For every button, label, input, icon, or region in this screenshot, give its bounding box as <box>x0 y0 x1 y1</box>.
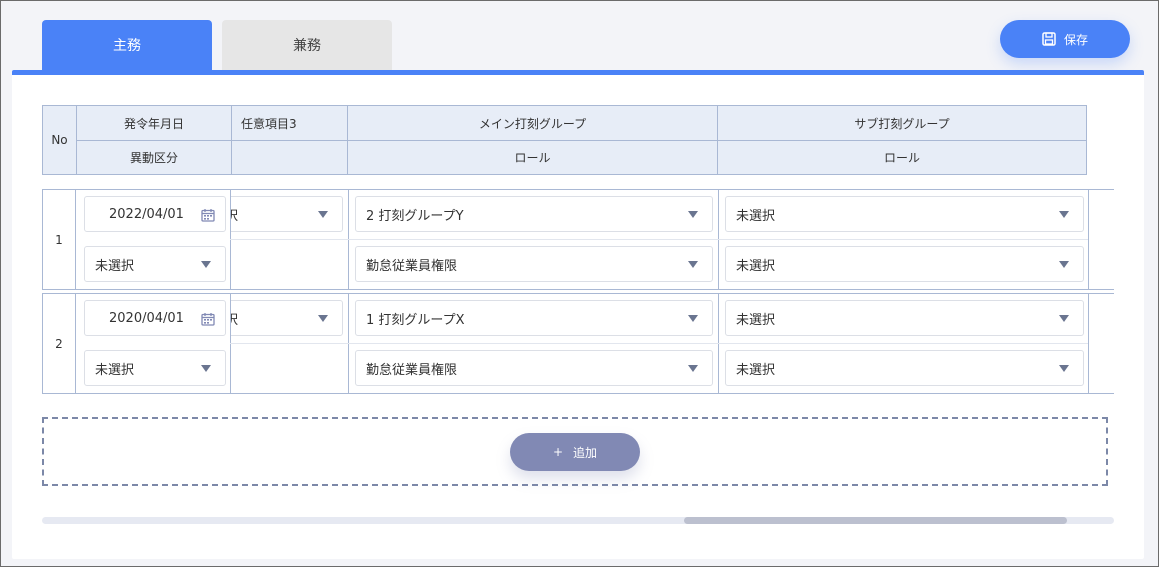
chevron-down-icon <box>1059 365 1069 372</box>
sub-role-select[interactable]: 未選択 <box>725 350 1084 386</box>
main-group-select[interactable]: 2 打刻グループY <box>355 196 713 232</box>
save-button-label: 保存 <box>1063 32 1088 47</box>
custom-item-value: 選択 <box>231 208 239 224</box>
chevron-down-icon <box>688 211 698 218</box>
chevron-down-icon <box>201 261 211 268</box>
custom-item-select-clip: 選択 <box>231 196 343 232</box>
calendar-icon <box>201 208 215 226</box>
sub-role-value: 未選択 <box>736 362 776 378</box>
sub-role-select[interactable]: 未選択 <box>725 246 1084 282</box>
tab-main-duty[interactable]: 主務 <box>42 20 212 70</box>
main-group-select[interactable]: 1 打刻グループX <box>355 300 713 336</box>
row-number: 1 <box>55 232 63 247</box>
tab-main-duty-label: 主務 <box>113 38 141 54</box>
tab-concurrent-duty[interactable]: 兼務 <box>222 20 392 70</box>
header-main-group: メイン打刻グループ <box>478 116 587 131</box>
table-header: No 発令年月日 異動区分 任意項目3 メイン打刻グループ ロール サブ打刻グル… <box>42 105 1087 175</box>
transfer-type-select[interactable]: 未選択 <box>84 246 226 282</box>
sub-group-select[interactable]: 未選択 <box>725 300 1084 336</box>
issue-date-picker[interactable]: 2020/04/01 <box>84 300 226 336</box>
main-group-value: 2 打刻グループY <box>366 208 464 224</box>
chevron-down-icon <box>201 365 211 372</box>
issue-date-value: 2020/04/01 <box>109 310 184 326</box>
issue-date-value: 2022/04/01 <box>109 206 184 222</box>
tab-concurrent-duty-label: 兼務 <box>293 38 321 54</box>
main-role-select[interactable]: 勤怠従業員権限 <box>355 246 713 282</box>
header-sub-group: サブ打刻グループ <box>854 116 950 131</box>
issue-date-picker[interactable]: 2022/04/01 <box>84 196 226 232</box>
main-group-value: 1 打刻グループX <box>366 312 465 328</box>
chevron-down-icon <box>1059 315 1069 322</box>
chevron-down-icon <box>1059 261 1069 268</box>
custom-item-value: 選択 <box>231 312 239 328</box>
header-transfer-type: 異動区分 <box>129 151 178 165</box>
add-row-button[interactable]: + 追加 <box>510 433 640 471</box>
custom-item-select[interactable]: 選択 <box>231 196 343 232</box>
header-sub-role: ロール <box>883 151 920 165</box>
transfer-type-select[interactable]: 未選択 <box>84 350 226 386</box>
transfer-type-value: 未選択 <box>95 362 135 378</box>
header-issue-date: 発令年月日 <box>123 116 184 131</box>
header-custom-item: 任意項目3 <box>241 116 297 131</box>
main-role-value: 勤怠従業員権限 <box>366 362 458 378</box>
save-button[interactable]: 保存 <box>1000 20 1130 58</box>
chevron-down-icon <box>1059 211 1069 218</box>
chevron-down-icon <box>318 315 328 322</box>
plus-icon: + <box>552 445 564 459</box>
floppy-disk-icon <box>1042 32 1056 46</box>
sub-group-select[interactable]: 未選択 <box>725 196 1084 232</box>
add-row-button-label: 追加 <box>573 445 598 460</box>
main-role-value: 勤怠従業員権限 <box>366 258 458 274</box>
horizontal-scrollbar-thumb[interactable] <box>684 517 1067 524</box>
main-role-select[interactable]: 勤怠従業員権限 <box>355 350 713 386</box>
row-number: 2 <box>55 336 63 351</box>
chevron-down-icon <box>688 365 698 372</box>
chevron-down-icon <box>688 315 698 322</box>
chevron-down-icon <box>318 211 328 218</box>
sub-group-value: 未選択 <box>736 312 776 328</box>
chevron-down-icon <box>688 261 698 268</box>
sub-group-value: 未選択 <box>736 208 776 224</box>
custom-item-select[interactable]: 選択 <box>231 300 343 336</box>
sub-role-value: 未選択 <box>736 258 776 274</box>
calendar-icon <box>201 312 215 330</box>
transfer-type-value: 未選択 <box>95 258 135 274</box>
header-no: No <box>51 133 68 147</box>
custom-item-select-clip: 選択 <box>231 300 343 336</box>
header-main-role: ロール <box>514 151 551 165</box>
